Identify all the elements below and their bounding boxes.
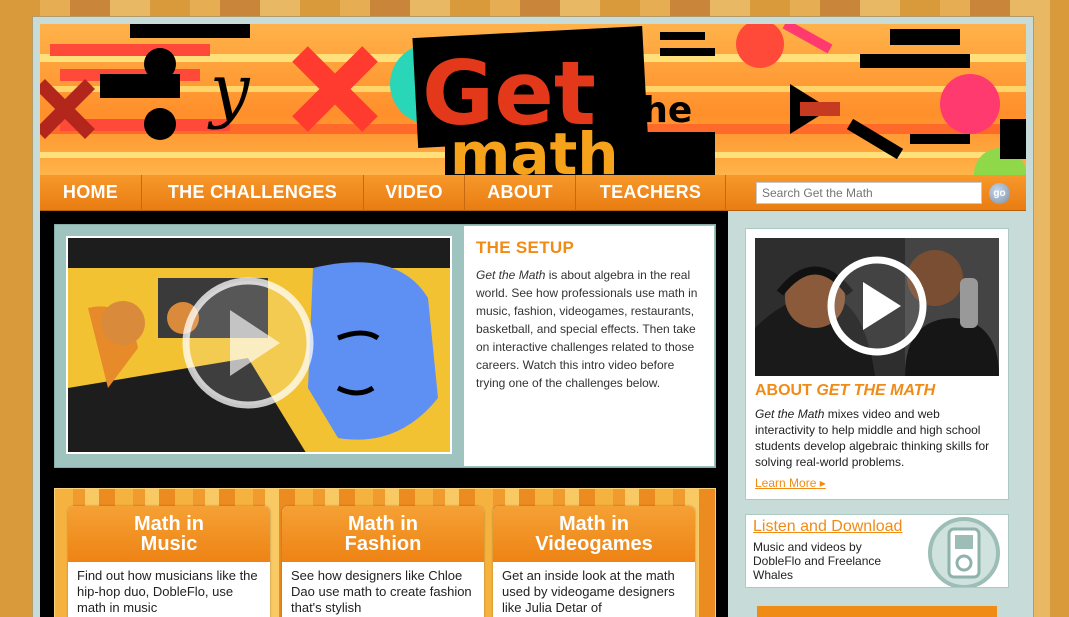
challenge-title-line1: Math in [134,513,204,535]
setup-body-em: Get the Math [476,268,546,282]
challenge-title-line2: Videogames [535,533,653,555]
svg-text:y: y [207,49,251,131]
about-title-em: GET THE MATH [816,382,936,399]
learn-more-label: Learn More [755,476,817,490]
about-title: ABOUT GET THE MATH [755,382,935,400]
search-go-button[interactable]: go [989,183,1010,204]
setup-title: THE SETUP [476,238,575,257]
about-body-em: Get the Math [755,407,825,421]
chevron-right-icon: ▸ [819,476,826,490]
nav-teachers[interactable]: TEACHERS [576,174,726,211]
about-title-prefix: ABOUT [755,382,817,399]
logo-math: math [450,120,619,175]
learn-more-link[interactable]: Learn More ▸ [755,476,826,490]
setup-text-card: THE SETUP Get the Math is about algebra … [464,226,714,466]
setup-intro-video[interactable] [66,236,452,454]
logo-the: the [625,90,692,131]
nav-the-challenges[interactable]: THE CHALLENGES [142,174,364,211]
challenge-card-header: Math in Videogames [493,506,695,562]
challenge-card-videogames[interactable]: Math in Videogames Get an inside look at … [493,506,695,617]
challenge-card-header: Math in Music [68,506,270,562]
about-video[interactable] [755,238,999,376]
challenge-title-line2: Music [140,533,198,555]
listen-download-link[interactable]: Listen and Download [753,518,902,536]
challenge-card-fashion[interactable]: Math in Fashion See how designers like Ch… [282,506,484,617]
next-panel-header [757,606,997,617]
about-description: Get the Math mixes video and web interac… [755,406,1003,470]
challenge-card-music[interactable]: Math in Music Find out how musicians like… [68,506,270,617]
challenge-title-line1: Math in [559,513,629,535]
setup-description: Get the Math is about algebra in the rea… [476,266,702,392]
header-banner: y Get the math [40,24,1026,175]
search-input[interactable] [756,182,982,204]
challenge-title-line2: Fashion [344,533,422,555]
challenge-title-line1: Math in [348,513,418,535]
nav-home[interactable]: HOME [40,174,142,211]
setup-body-rest: is about algebra in the real world. See … [476,268,698,390]
nav-video[interactable]: VIDEO [364,174,465,211]
listen-description: Music and videos by DobleFlo and Freelan… [753,540,882,582]
challenge-description: Get an inside look at the math used by v… [502,568,675,615]
challenge-card-header: Math in Fashion [282,506,484,562]
nav-about[interactable]: ABOUT [465,174,576,211]
challenge-description: See how designers like Chloe Dao use mat… [291,568,472,615]
challenge-description: Find out how musicians like the hip-hop … [77,568,258,615]
